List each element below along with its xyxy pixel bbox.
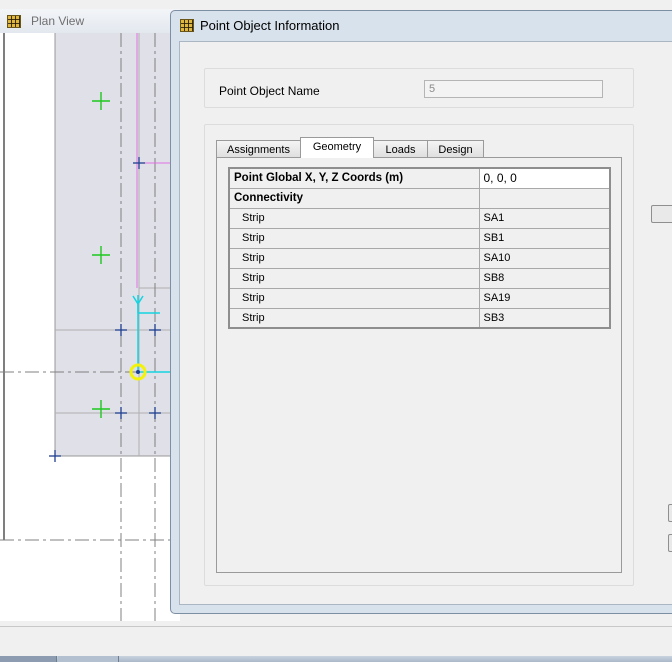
- dialog-titlebar[interactable]: Point Object Information: [171, 11, 672, 39]
- connectivity-value: [478, 187, 611, 209]
- table-row[interactable]: Strip SB8: [228, 267, 611, 289]
- coords-label: Point Global X, Y, Z Coords (m): [228, 167, 480, 189]
- info-group: Assignments Geometry Loads Design Point …: [204, 124, 634, 586]
- table-row[interactable]: Strip SB1: [228, 227, 611, 249]
- connectivity-type: Strip: [228, 267, 480, 289]
- connectivity-name: SA10: [478, 247, 611, 269]
- geometry-tab-panel: Point Global X, Y, Z Coords (m) 0, 0, 0 …: [216, 157, 622, 573]
- object-name-label: Point Object Name: [219, 84, 320, 98]
- tab-assignments[interactable]: Assignments: [216, 140, 301, 158]
- table-row[interactable]: Strip SA1: [228, 207, 611, 229]
- coords-row: Point Global X, Y, Z Coords (m) 0, 0, 0: [228, 167, 611, 189]
- connectivity-row: Connectivity: [228, 187, 611, 209]
- coords-value[interactable]: 0, 0, 0: [478, 167, 611, 189]
- geometry-table: Point Global X, Y, Z Coords (m) 0, 0, 0 …: [228, 167, 611, 329]
- slab-area: [55, 33, 180, 456]
- plan-view-canvas[interactable]: [0, 33, 180, 621]
- dialog-title: Point Object Information: [200, 18, 340, 33]
- status-bar: [0, 626, 672, 657]
- tab-loads[interactable]: Loads: [373, 140, 428, 158]
- side-button[interactable]: [668, 504, 672, 522]
- table-row[interactable]: Strip SB3: [228, 307, 611, 329]
- connectivity-type: Strip: [228, 307, 480, 329]
- object-name-group: Point Object Name 5: [204, 68, 634, 108]
- side-button[interactable]: [651, 205, 672, 223]
- taskbar-item[interactable]: [0, 656, 57, 662]
- connectivity-type: Strip: [228, 207, 480, 229]
- connectivity-type: Strip: [228, 227, 480, 249]
- connectivity-type: Strip: [228, 247, 480, 269]
- etabs-grid-icon: [180, 19, 194, 32]
- plan-drawing[interactable]: [0, 33, 180, 621]
- table-row[interactable]: Strip SA19: [228, 287, 611, 309]
- taskbar-item[interactable]: [58, 656, 119, 662]
- connectivity-name: SA1: [478, 207, 611, 229]
- tab-design[interactable]: Design: [427, 140, 484, 158]
- connectivity-name: SA19: [478, 287, 611, 309]
- etabs-grid-icon: [7, 15, 21, 28]
- plan-view-title: Plan View: [31, 14, 85, 28]
- connectivity-label: Connectivity: [228, 187, 480, 209]
- table-row[interactable]: Strip SA10: [228, 247, 611, 269]
- taskbar: [0, 656, 672, 662]
- tab-geometry[interactable]: Geometry: [300, 137, 374, 158]
- connectivity-name: SB3: [478, 307, 611, 329]
- connectivity-name: SB8: [478, 267, 611, 289]
- plan-view-titlebar[interactable]: Plan View: [0, 9, 180, 34]
- object-name-field: 5: [424, 80, 603, 98]
- side-button[interactable]: [668, 534, 672, 552]
- connectivity-name: SB1: [478, 227, 611, 249]
- dialog-body: Point Object Name 5 Assignments Geometry…: [179, 41, 672, 605]
- connectivity-type: Strip: [228, 287, 480, 309]
- point-object-information-dialog: Point Object Information Point Object Na…: [170, 10, 672, 614]
